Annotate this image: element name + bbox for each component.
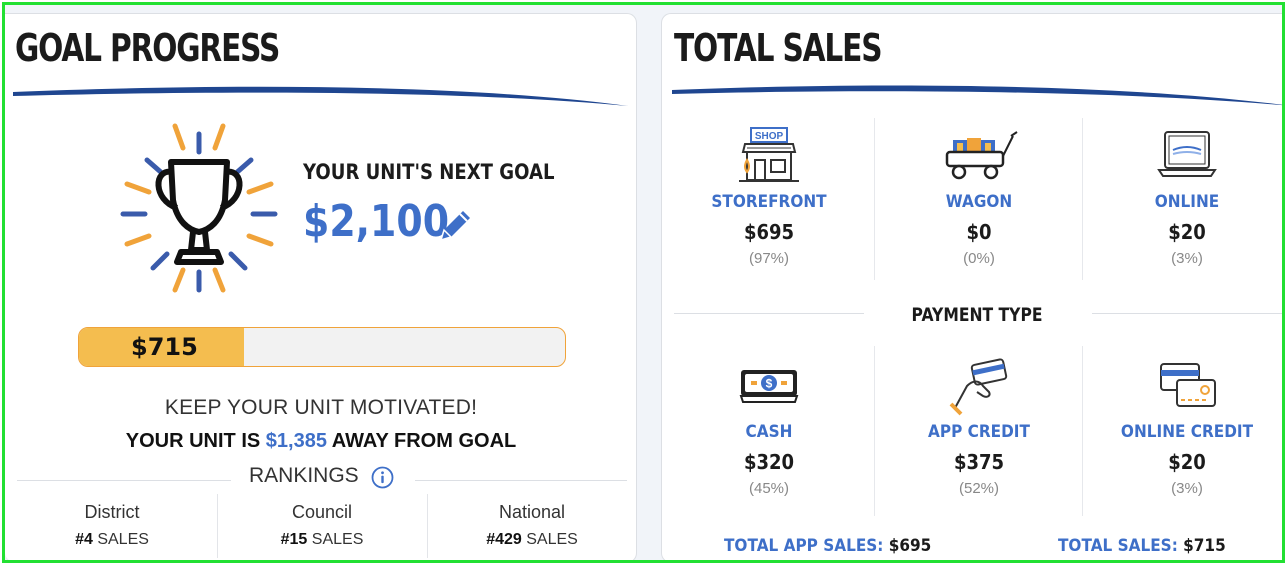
ranking-national: National #429 SALES <box>427 502 636 549</box>
total-app-sales-label: TOTAL APP SALES: <box>724 536 889 556</box>
next-goal-label: YOUR UNIT'S NEXT GOAL <box>303 160 555 184</box>
title-swoosh-decoration <box>672 85 1282 106</box>
payment-percent: (3%) <box>1171 480 1203 497</box>
title-swoosh-decoration <box>13 86 628 106</box>
channel-name: STOREFRONT <box>711 192 827 212</box>
total-sales-value: $715 <box>1183 536 1226 556</box>
ranking-council: Council #15 SALES <box>217 502 427 549</box>
payment-name: ONLINE CREDIT <box>1120 422 1254 442</box>
channel-name: ONLINE <box>1154 192 1220 212</box>
info-icon[interactable] <box>371 466 394 489</box>
channel-storefront: SHOP STOREFRONT $695 (97%) <box>664 126 874 267</box>
trophy-icon <box>120 123 278 293</box>
ranking-value: #429 SALES <box>486 531 578 548</box>
payment-app-credit: APP CREDIT $375 (52%) <box>874 356 1084 497</box>
total-app-sales: TOTAL APP SALES: $695 <box>724 536 931 556</box>
cash-icon: $ <box>739 370 799 403</box>
payment-percent: (45%) <box>748 480 789 497</box>
ranking-name: National <box>498 502 566 522</box>
credit-cards-icon <box>1160 363 1216 407</box>
payment-amount: $320 <box>743 450 795 474</box>
channel-wagon: WAGON $0 (0%) <box>874 126 1084 267</box>
goal-progress-value: $715 <box>131 333 198 361</box>
card-hand-icon <box>949 358 1008 416</box>
payment-name: CASH <box>745 422 793 442</box>
ranking-value: #4 SALES <box>75 531 149 548</box>
wagon-icon <box>945 131 1018 180</box>
goal-progress-title: GOAL PROGRESS <box>15 26 280 70</box>
motivation-text: KEEP YOUR UNIT MOTIVATED! <box>164 396 478 419</box>
away-suffix: AWAY FROM GOAL <box>326 430 517 452</box>
rankings-divider-right <box>415 480 627 481</box>
channel-percent: (3%) <box>1171 250 1203 267</box>
total-sales-title: TOTAL SALES <box>674 26 883 70</box>
goal-progress-bar: $715 <box>78 327 566 367</box>
shop-icon: SHOP <box>739 127 799 182</box>
payment-amount: $375 <box>953 450 1005 474</box>
laptop-icon <box>1157 131 1217 177</box>
channel-name: WAGON <box>945 192 1013 212</box>
rankings-title: RANKINGS <box>249 464 359 487</box>
channel-online: ONLINE $20 (3%) <box>1082 126 1282 267</box>
dashboard-frame: GOAL PROGRESS YOUR UNIT'S NEXT GOAL $2,1… <box>2 2 1285 563</box>
channel-percent: (97%) <box>748 250 789 267</box>
total-app-sales-value: $695 <box>888 536 932 556</box>
total-sales-summary: TOTAL SALES: $715 <box>1058 536 1226 556</box>
total-sales-card: TOTAL SALES SHOP STOREFRONT $695 (97%) W… <box>661 13 1282 560</box>
ranking-district: District #4 SALES <box>7 502 217 549</box>
channel-amount: $695 <box>743 220 795 244</box>
goal-progress-card: GOAL PROGRESS YOUR UNIT'S NEXT GOAL $2,1… <box>5 13 637 560</box>
payment-percent: (52%) <box>958 480 999 497</box>
payment-amount: $20 <box>1168 450 1206 474</box>
ranking-name: Council <box>291 502 353 522</box>
svg-text:SHOP: SHOP <box>755 131 784 142</box>
away-prefix: YOUR UNIT IS <box>125 430 266 452</box>
payment-online-credit: ONLINE CREDIT $20 (3%) <box>1082 356 1282 497</box>
total-sales-label: TOTAL SALES: <box>1058 536 1184 556</box>
next-goal-amount: $2,100 <box>303 196 450 247</box>
away-amount: $1,385 <box>265 430 327 452</box>
away-from-goal-text: YOUR UNIT IS $1,385 AWAY FROM GOAL <box>5 430 636 453</box>
channel-amount: $20 <box>1168 220 1206 244</box>
channel-percent: (0%) <box>963 250 995 267</box>
svg-text:$: $ <box>766 377 773 391</box>
channel-amount: $0 <box>966 220 992 244</box>
pencil-edit-icon[interactable] <box>435 206 475 246</box>
ranking-value: #15 SALES <box>280 531 364 548</box>
rankings-divider-left <box>17 480 231 481</box>
payment-type-title: PAYMENT TYPE <box>911 304 1043 326</box>
payment-cash: $ CASH $320 (45%) <box>664 356 874 497</box>
ranking-name: District <box>84 502 140 522</box>
payment-name: APP CREDIT <box>928 422 1030 442</box>
